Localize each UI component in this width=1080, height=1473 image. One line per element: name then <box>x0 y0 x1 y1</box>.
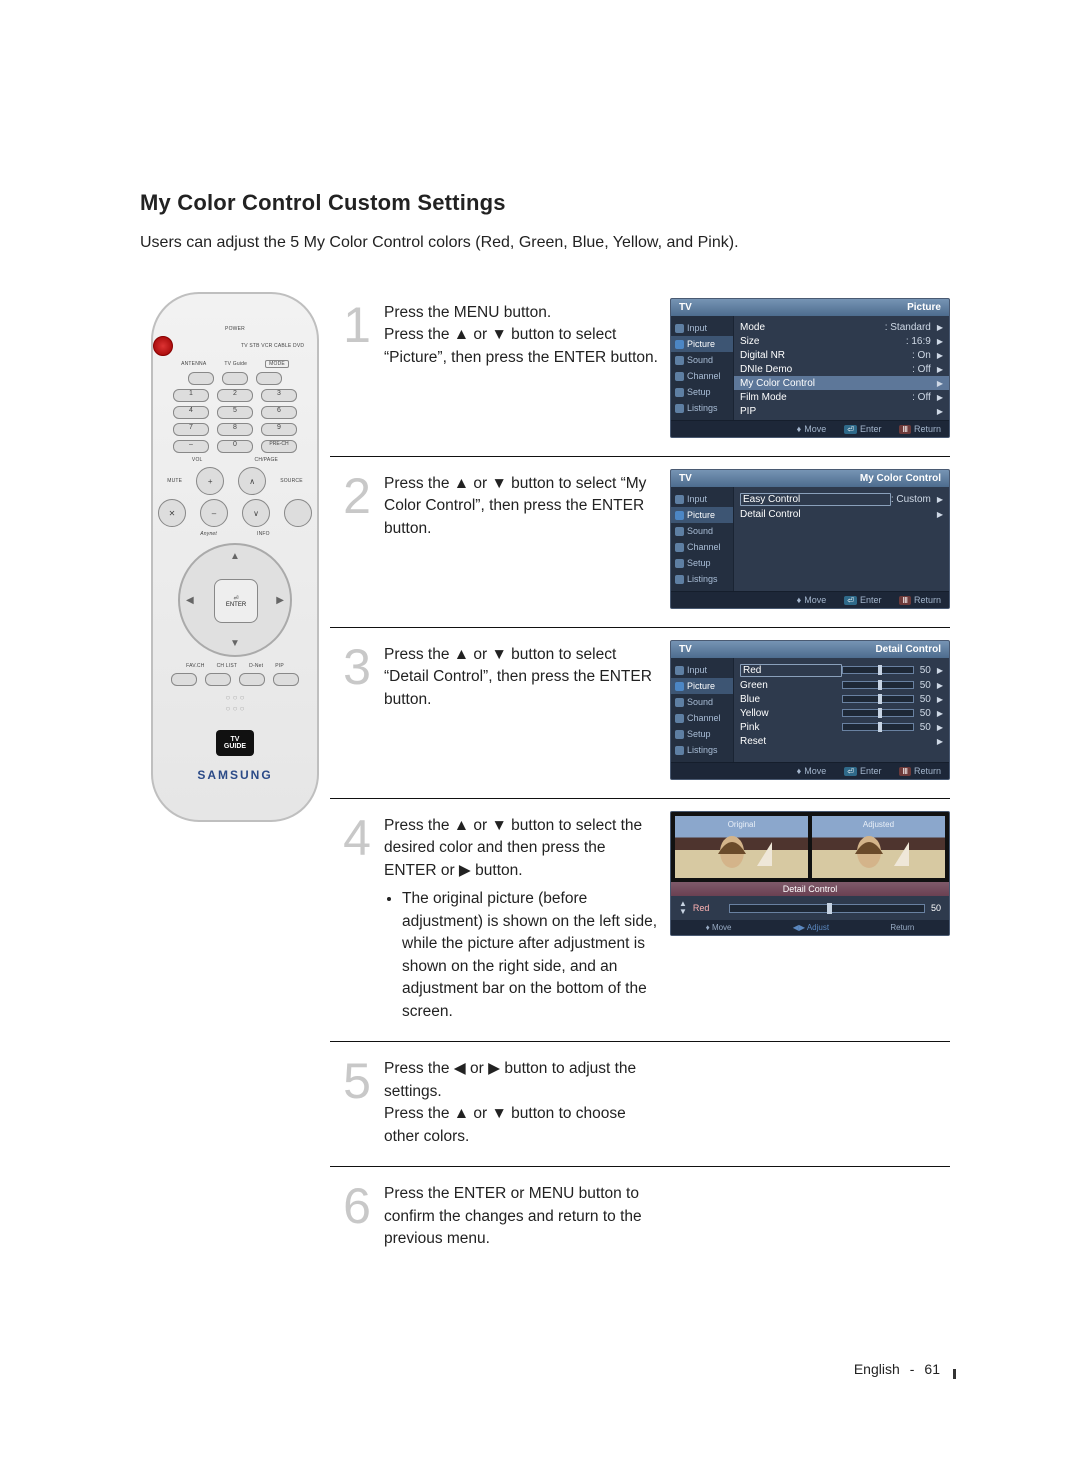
left-icon[interactable]: ◀ <box>186 595 194 606</box>
step-4: 4 Press the ▲ or ▼ button to select the … <box>330 805 950 1042</box>
step-5: 5 Press the ◀ or ▶ button to adjust the … <box>330 1048 950 1167</box>
source-button[interactable] <box>284 499 312 527</box>
brand-label: SAMSUNG <box>153 768 317 782</box>
page-footer: English - 61 <box>854 1361 950 1377</box>
menu-item[interactable]: PIP▶ <box>740 404 943 418</box>
osd-picture-menu: TVPicture Input Picture Sound Channel Se… <box>670 298 950 438</box>
intro-text: Users can adjust the 5 My Color Control … <box>140 234 950 252</box>
mute-button[interactable]: ✕ <box>158 499 186 527</box>
down-icon[interactable]: ▼ <box>230 638 240 649</box>
step-2: 2 Press the ▲ or ▼ button to select “My … <box>330 463 950 628</box>
menu-item[interactable]: Green50▶ <box>740 678 943 692</box>
mode-button[interactable]: MODE <box>265 360 289 368</box>
tvguide-logo: TV GUIDE <box>216 730 254 756</box>
enter-button[interactable]: ⏎ ENTER <box>214 579 258 623</box>
menu-item[interactable]: Easy Control: Custom▶ <box>740 491 943 507</box>
osd-preview: Original Adjusted Detail Control ▲▼ Red <box>670 811 950 936</box>
menu-item[interactable]: Pink50▶ <box>740 720 943 734</box>
up-icon[interactable]: ▲ <box>230 551 240 562</box>
ch-down[interactable]: ∨ <box>242 499 270 527</box>
nav-pad[interactable]: ▲ ▼ ◀ ▶ ⏎ ENTER <box>178 543 292 657</box>
step-text: Press the MENU button. Press the ▲ or ▼ … <box>384 298 670 438</box>
page-title: My Color Control Custom Settings <box>140 190 950 216</box>
step-3: 3 Press the ▲ or ▼ button to select “Det… <box>330 634 950 799</box>
step-number: 1 <box>330 298 384 438</box>
step-1: 1 Press the MENU button. Press the ▲ or … <box>330 292 950 457</box>
menu-item[interactable]: Red50▶ <box>740 662 943 678</box>
vol-up[interactable]: + <box>196 467 224 495</box>
right-icon[interactable]: ▶ <box>276 595 284 606</box>
led-dots: ○ ○ ○○ ○ ○ <box>153 692 317 714</box>
menu-item[interactable]: Reset▶ <box>740 734 943 748</box>
ch-up[interactable]: ∧ <box>238 467 266 495</box>
remote-control: POWER TV STB VCR CABLE DVD ANTENNA TV Gu… <box>151 292 319 822</box>
osd-mycolor-menu: TVMy Color Control Input Picture Sound C… <box>670 469 950 609</box>
power-button[interactable] <box>153 336 173 356</box>
osd-detail-menu: TVDetail Control Input Picture Sound Cha… <box>670 640 950 780</box>
vol-down[interactable]: – <box>200 499 228 527</box>
step-6: 6 Press the ENTER or MENU button to conf… <box>330 1173 950 1268</box>
menu-item[interactable]: Film Mode: Off▶ <box>740 390 943 404</box>
device-labels: TV STB VCR CABLE DVD <box>241 343 317 349</box>
menu-item[interactable]: Size: 16:9▶ <box>740 334 943 348</box>
osd-sidebar: Input Picture Sound Channel Setup Listin… <box>671 316 734 420</box>
menu-item[interactable]: Detail Control▶ <box>740 507 943 521</box>
menu-item[interactable]: My Color Control▶ <box>734 376 949 390</box>
menu-item[interactable]: Yellow50▶ <box>740 706 943 720</box>
menu-item[interactable]: DNIe Demo: Off▶ <box>740 362 943 376</box>
key-1[interactable]: 1 <box>173 389 209 402</box>
power-label: POWER <box>225 326 245 332</box>
menu-item[interactable]: Blue50▶ <box>740 692 943 706</box>
menu-item[interactable]: Digital NR: On▶ <box>740 348 943 362</box>
menu-item[interactable]: Mode: Standard▶ <box>740 320 943 334</box>
